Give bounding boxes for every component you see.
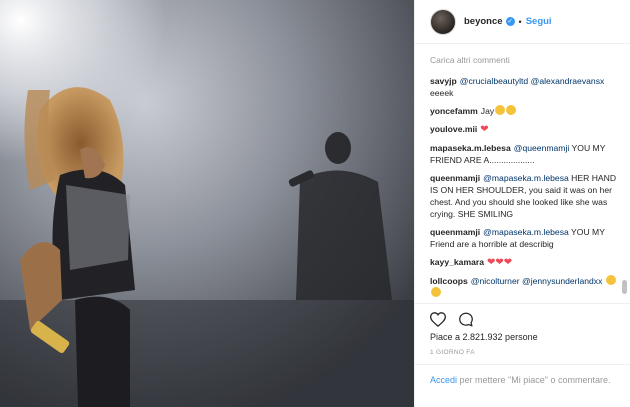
emoji-icon: [431, 287, 441, 297]
comment-author[interactable]: yoncefamm: [430, 106, 478, 116]
comment-item: queenmamji @mapaseka.m.lebesa YOU MY Frie…: [430, 226, 620, 250]
post-photo[interactable]: [0, 0, 414, 407]
comment-mention-link[interactable]: @mapaseka.m.lebesa: [483, 173, 569, 183]
post-header: beyonce ✓ • Segui: [415, 0, 630, 44]
comment-mention-link[interactable]: @queenmamji: [514, 143, 570, 153]
comment-author[interactable]: lollcoops: [430, 276, 468, 286]
heart-outline-icon[interactable]: [430, 312, 446, 327]
comment-author[interactable]: savyjp: [430, 76, 457, 86]
comment-list[interactable]: Carica altri commenti savyjp @crucialbeau…: [430, 55, 620, 303]
emoji-icon: [506, 105, 517, 115]
load-more-comments-button[interactable]: Carica altri commenti: [430, 55, 620, 65]
comment-mention-link[interactable]: @crucialbeautyltd: [460, 76, 528, 86]
actions-divider: [415, 303, 630, 304]
post-side-panel: beyonce ✓ • Segui Carica altri commenti …: [414, 0, 630, 407]
comment-item: yoncefamm Jay: [430, 105, 620, 117]
account-username[interactable]: beyonce: [464, 16, 503, 27]
post-actions: [430, 312, 474, 327]
comment-item: savyjp @crucialbeautyltd @alexandraevansx…: [430, 75, 620, 99]
login-prompt: Accedi per mettere "Mi piace" o commenta…: [415, 364, 630, 386]
likes-count-text: Piace a 2.821.932 persone: [430, 332, 538, 342]
comment-author[interactable]: queenmamji: [430, 173, 480, 183]
comment-text: eeeek: [430, 88, 454, 98]
comment-item: lollcoops @nicolturner @jennysunderlandxx: [430, 275, 620, 299]
verified-badge-icon: ✓: [505, 17, 515, 26]
login-prompt-text: per mettere "Mi piace" o commentare.: [457, 375, 611, 385]
comment-item: mapaseka.m.lebesa @queenmamji YOU MY FRIE…: [430, 142, 620, 166]
avatar[interactable]: [430, 8, 456, 35]
comment-bubble-icon[interactable]: [458, 312, 474, 327]
comment-text: Jay: [480, 106, 495, 116]
emoji-icon: [605, 275, 616, 285]
comment-author[interactable]: mapaseka.m.lebesa: [430, 143, 511, 153]
instagram-post-embed: beyonce ✓ • Segui Carica altri commenti …: [0, 0, 630, 407]
comment-mention-link[interactable]: @alexandraevansx: [531, 76, 605, 86]
comment-item: youlove.mii ❤: [430, 123, 620, 136]
header-separator: •: [518, 16, 522, 27]
comment-item: kayy_kamara ❤❤❤: [430, 256, 620, 269]
comments-scrollbar[interactable]: [622, 0, 627, 407]
likes-count[interactable]: Piace a 2.821.932 persone: [430, 332, 538, 342]
red-heart-icon: ❤: [503, 257, 513, 268]
red-heart-icon: ❤: [480, 124, 489, 135]
comment-author[interactable]: kayy_kamara: [430, 257, 484, 267]
comment-mention-link[interactable]: @nicolturner: [471, 276, 520, 286]
login-link[interactable]: Accedi: [430, 375, 457, 385]
scrollbar-thumb[interactable]: [622, 280, 627, 294]
post-date: 1 GIORNO FA: [430, 349, 475, 356]
follow-button[interactable]: Segui: [526, 16, 552, 27]
comment-mention-link[interactable]: @jennysunderlandxx: [522, 276, 602, 286]
emoji-icon: [495, 105, 506, 115]
comment-mention-link[interactable]: @mapaseka.m.lebesa: [483, 227, 569, 237]
red-heart-icon: ❤: [495, 257, 504, 268]
comment-text: [602, 276, 604, 286]
comment-author[interactable]: youlove.mii: [430, 124, 477, 134]
comment-item: queenmamji @mapaseka.m.lebesa HER HAND IS…: [430, 172, 620, 220]
concert-photo-image: [0, 0, 414, 407]
comment-author[interactable]: queenmamji: [430, 227, 480, 237]
